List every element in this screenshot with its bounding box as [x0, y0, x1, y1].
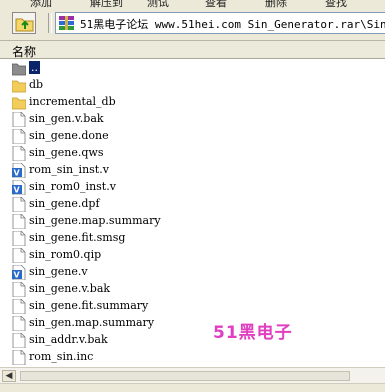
- file-icon: [12, 281, 26, 298]
- file-icon: [12, 128, 26, 145]
- file-row[interactable]: Vrom_sin_inst.v: [10, 162, 385, 179]
- file-row[interactable]: rom_sin.inc: [10, 349, 385, 366]
- address-path: 51黑电子论坛 www.51hei.com Sin_Generator.rar\…: [80, 18, 385, 31]
- file-name: sin_addr.v.bak: [29, 333, 108, 346]
- file-name: sin_gene.dpf: [29, 197, 100, 210]
- file-icon: [12, 230, 26, 247]
- file-name: incremental_db: [29, 95, 116, 108]
- column-header-name[interactable]: 名称: [12, 43, 36, 60]
- file-row[interactable]: sin_gen.map.summary: [10, 315, 385, 332]
- file-icon: [12, 111, 26, 128]
- file-icon: [12, 196, 26, 213]
- file-icon: [12, 298, 26, 315]
- file-name: sin_gene.fit.summary: [29, 299, 149, 312]
- file-name: sin_gen.v.bak: [29, 112, 104, 125]
- folder-up-icon: [15, 18, 34, 32]
- file-row[interactable]: sin_gene.v.bak: [10, 281, 385, 298]
- file-name: sin_gene.fit.smsg: [29, 231, 126, 244]
- verilog-file-icon: V: [12, 162, 26, 179]
- file-row[interactable]: sin_gene.qws: [10, 145, 385, 162]
- address-field[interactable]: 51黑电子论坛 www.51hei.com Sin_Generator.rar\…: [55, 12, 385, 34]
- file-row[interactable]: sin_gen.v.bak: [10, 111, 385, 128]
- file-icon: [12, 145, 26, 162]
- verilog-file-icon: V: [12, 264, 26, 281]
- file-icon: [12, 213, 26, 230]
- file-row[interactable]: Vsin_gene.v: [10, 264, 385, 281]
- file-name: db: [29, 78, 44, 91]
- verilog-file-icon: V: [12, 179, 26, 196]
- file-icon: [12, 247, 26, 264]
- scrollbar-thumb[interactable]: [20, 371, 350, 381]
- file-name: sin_gene.qws: [29, 146, 104, 159]
- file-name: sin_rom0_inst.v: [29, 180, 116, 193]
- file-row[interactable]: incremental_db: [10, 94, 385, 111]
- file-name: sin_gene.v: [29, 265, 88, 278]
- file-name: ..: [29, 61, 40, 74]
- address-bar: 51黑电子论坛 www.51hei.com Sin_Generator.rar\…: [0, 8, 385, 41]
- svg-text:V: V: [14, 169, 21, 178]
- svg-text:V: V: [14, 271, 21, 280]
- file-row[interactable]: sin_gene.done: [10, 128, 385, 145]
- folder-icon: [11, 95, 27, 110]
- file-row[interactable]: ..: [10, 60, 385, 77]
- file-name: sin_gene.map.summary: [29, 214, 161, 227]
- file-row[interactable]: db: [10, 77, 385, 94]
- column-header-bar: 名称: [0, 41, 385, 59]
- winrar-archive-icon: [59, 16, 74, 30]
- file-icon: [12, 315, 26, 332]
- file-name: sin_gene.done: [29, 129, 109, 142]
- file-row[interactable]: sin_rom0.qip: [10, 247, 385, 264]
- file-row[interactable]: sin_gene.dpf: [10, 196, 385, 213]
- file-icon: [12, 332, 26, 349]
- file-name: rom_sin.inc: [29, 350, 94, 363]
- file-list: .. db incremental_db sin_gen.v.bak sin_gene.…: [0, 59, 385, 367]
- file-row[interactable]: sin_gene.fit.summary: [10, 298, 385, 315]
- svg-text:V: V: [14, 186, 21, 195]
- up-folder-button[interactable]: [12, 12, 36, 34]
- file-row[interactable]: Vsin_rom0_inst.v: [10, 179, 385, 196]
- horizontal-scrollbar[interactable]: ◀: [0, 367, 385, 384]
- toolbar-separator: [48, 13, 52, 33]
- file-name: sin_gen.map.summary: [29, 316, 155, 329]
- file-icon: [12, 349, 26, 366]
- file-row[interactable]: sin_gene.map.summary: [10, 213, 385, 230]
- scroll-left-icon[interactable]: ◀: [2, 370, 16, 382]
- file-row[interactable]: sin_gene.fit.smsg: [10, 230, 385, 247]
- file-name: sin_rom0.qip: [29, 248, 102, 261]
- watermark-text: 51黑电子: [213, 323, 293, 343]
- file-row[interactable]: sin_addr.v.bak: [10, 332, 385, 349]
- folder-icon: [11, 78, 27, 93]
- file-name: sin_gene.v.bak: [29, 282, 111, 295]
- parent-folder-icon: [11, 61, 27, 76]
- file-name: rom_sin_inst.v: [29, 163, 109, 176]
